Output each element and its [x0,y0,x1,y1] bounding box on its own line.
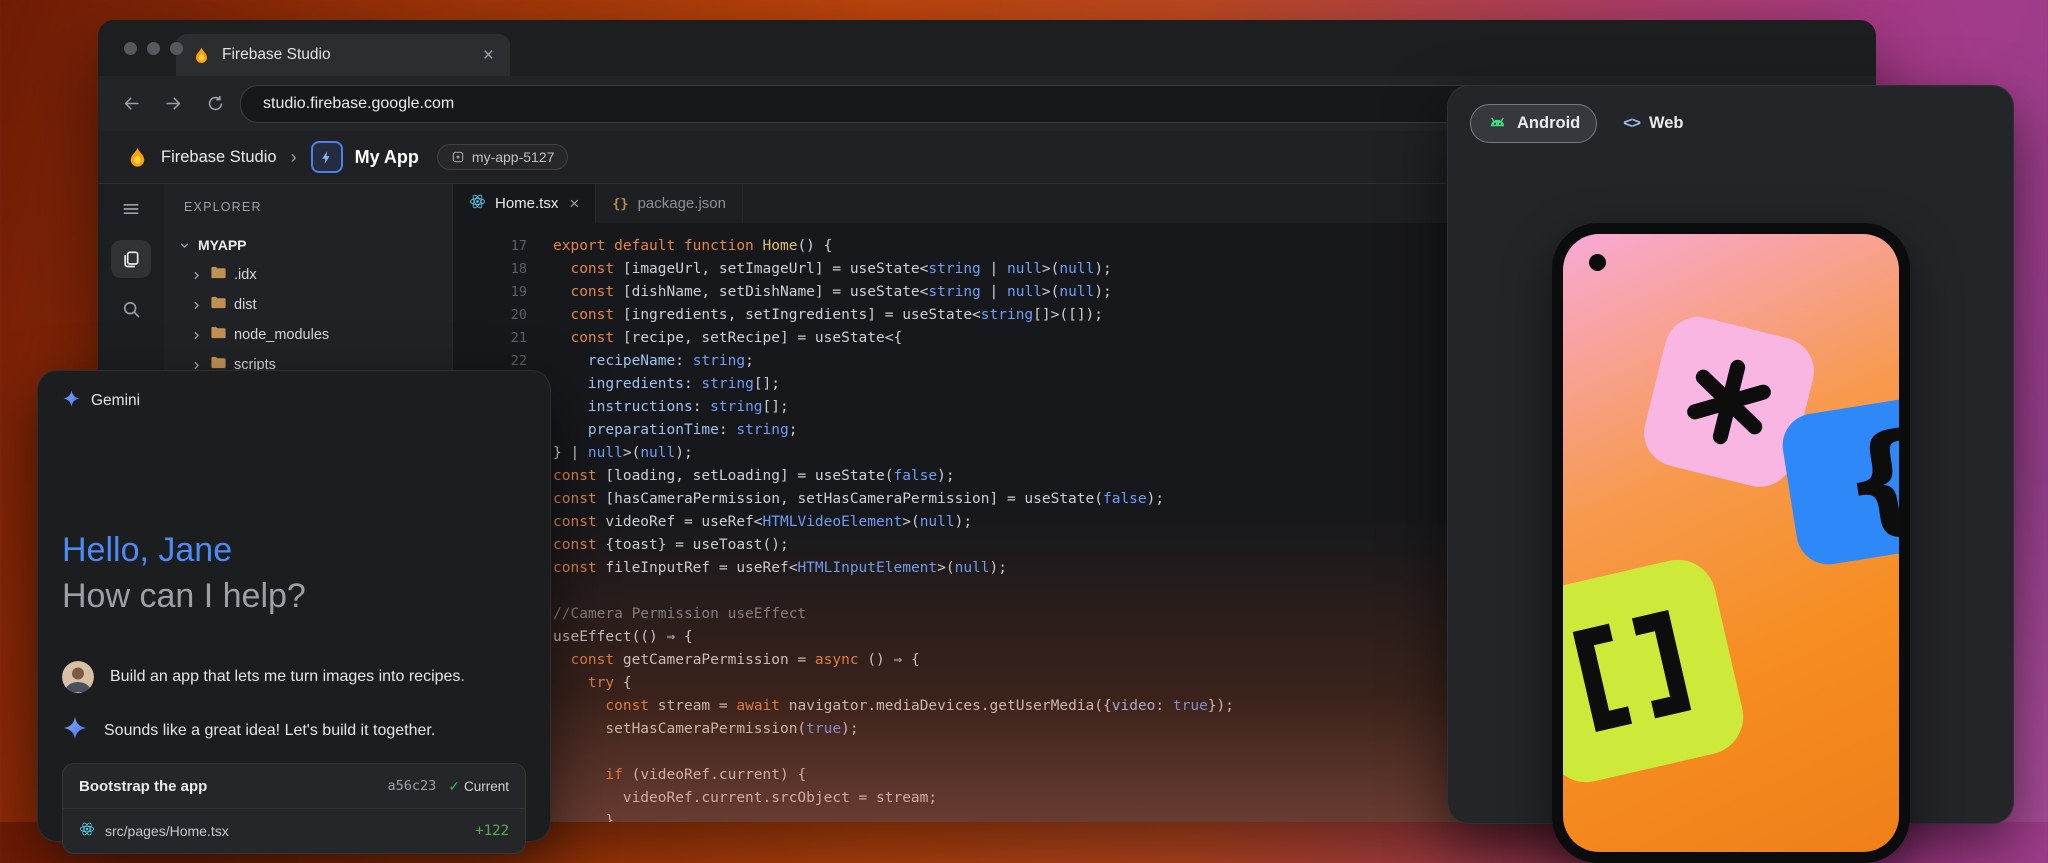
line-number: 18 [453,258,527,281]
device-preview-panel: Android <> Web { [1447,85,2014,824]
back-icon[interactable] [114,87,148,121]
editor-tab-package-json[interactable]: {} package.json [596,184,743,223]
url-text: studio.firebase.google.com [263,95,454,113]
brand-name[interactable]: Firebase Studio [161,148,277,167]
window-zoom-button[interactable] [170,42,183,55]
editor-tab-home-tsx[interactable]: Home.tsx × [453,184,596,223]
status-label: Current [464,779,509,794]
gemini-title: Gemini [91,392,140,410]
root-folder-name: MYAPP [198,237,247,253]
gemini-panel: Gemini Hello, Jane How can I help? Build… [37,370,551,842]
android-icon [1487,112,1508,135]
file-tree-children: .idx dist node_modules scripts [164,260,452,380]
file-tree-folder[interactable]: dist [164,290,452,320]
chevron-right-icon [190,329,203,342]
line-number: 17 [453,235,527,258]
window-close-button[interactable] [124,42,137,55]
desktop-background: Firebase Studio × studio.firebase.google… [0,0,2048,822]
file-path: src/pages/Home.tsx [105,823,465,839]
firebase-flame-icon [192,46,211,65]
task-title: Bootstrap the app [79,778,387,795]
forward-icon[interactable] [156,87,190,121]
folder-name: .idx [234,267,257,283]
assistant-message-text: Sounds like a great idea! Let's build it… [104,722,435,740]
gemini-sparkle-icon [62,389,81,413]
android-toggle[interactable]: Android [1470,104,1597,143]
line-number: 21 [453,327,527,350]
app-badge-icon [451,150,465,164]
status-badge: ✓ Current [448,778,509,795]
task-card[interactable]: Bootstrap the app a56c23 ✓ Current src/pa… [62,763,526,854]
folder-icon [210,324,227,346]
web-toggle[interactable]: <> Web [1623,114,1683,133]
editor-tab-label: Home.tsx [495,195,558,212]
firebase-flame-icon [126,146,149,169]
app-name[interactable]: My App [355,147,419,168]
tab-close-icon[interactable]: × [569,194,579,214]
editor-tab-label: package.json [638,195,726,212]
diff-added-count: +122 [475,823,509,839]
file-tree-folder[interactable]: .idx [164,260,452,290]
user-avatar [62,661,94,693]
file-tree-folder[interactable]: node_modules [164,320,452,350]
code-brackets-icon: <> [1623,115,1640,133]
assistant-message: Sounds like a great idea! Let's build it… [62,715,526,746]
react-icon [469,193,486,214]
line-number: 20 [453,304,527,327]
browser-tab[interactable]: Firebase Studio × [176,34,510,76]
user-message-text: Build an app that lets me turn images in… [110,668,465,686]
app-id: my-app-5127 [472,149,555,165]
task-card-header: Bootstrap the app a56c23 ✓ Current [63,764,525,809]
browser-tab-strip: Firebase Studio × [98,20,1876,76]
task-file-row[interactable]: src/pages/Home.tsx +122 [63,809,525,853]
file-tree-root[interactable]: MYAPP [164,230,452,260]
window-minimize-button[interactable] [147,42,160,55]
app-tile-brackets [1563,552,1751,789]
gemini-sparkle-icon [62,715,88,746]
phone-screen: { [1563,234,1899,852]
tab-close-icon[interactable]: × [483,46,494,65]
phone-camera-hole [1589,254,1606,271]
breadcrumb-separator: › [291,147,297,168]
tab-title: Firebase Studio [222,46,472,64]
user-message: Build an app that lets me turn images in… [62,661,526,693]
platform-toggle: Android <> Web [1470,104,1683,143]
explorer-files-icon[interactable] [111,240,151,278]
app-id-badge[interactable]: my-app-5127 [437,144,569,170]
web-label: Web [1649,114,1684,133]
chevron-right-icon [190,269,203,282]
check-icon: ✓ [448,778,460,794]
greeting-secondary: How can I help? [62,577,306,616]
explorer-title: EXPLORER [164,200,452,214]
curly-brace-glyph: { [1833,414,1899,544]
react-icon [79,821,95,842]
android-label: Android [1517,114,1580,133]
json-braces-icon: {} [612,196,628,212]
gemini-header: Gemini [62,389,140,413]
commit-hash: a56c23 [387,778,436,794]
greeting-primary: Hello, Jane [62,531,232,570]
menu-icon[interactable] [111,190,151,228]
chevron-down-icon [178,239,191,252]
reload-icon[interactable] [198,87,232,121]
folder-name: dist [234,297,257,313]
phone-mockup: { [1552,223,1910,863]
folder-name: node_modules [234,327,329,343]
window-controls [124,42,183,55]
line-number: 19 [453,281,527,304]
file-tree: MYAPP .idx dist node_modules [164,230,452,380]
asterisk-icon [1672,345,1786,459]
brackets-icon [1563,600,1703,742]
search-icon[interactable] [111,290,151,328]
chevron-right-icon [190,299,203,312]
folder-icon [210,264,227,286]
folder-icon [210,294,227,316]
app-spark-icon[interactable] [311,141,343,173]
app-tile-brace: { [1778,395,1899,569]
